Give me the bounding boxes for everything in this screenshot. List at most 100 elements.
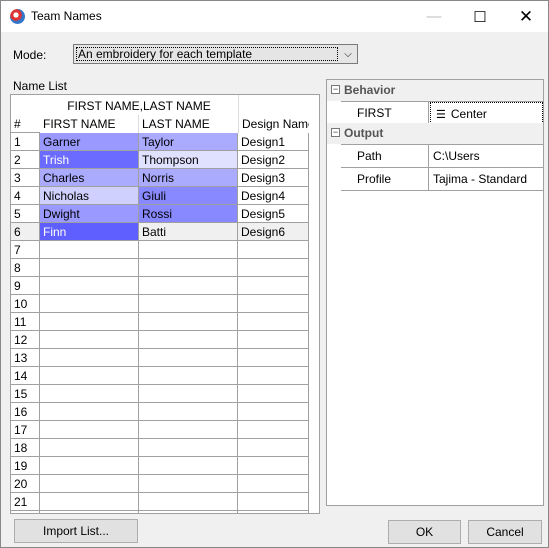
first-cell[interactable]: Nicholas	[40, 187, 139, 205]
row-number: 6	[14, 225, 21, 239]
last-cell[interactable]	[139, 241, 238, 259]
collapse-icon[interactable]: −	[331, 128, 340, 137]
design-cell[interactable]: Design6	[238, 223, 309, 241]
row-number: 1	[14, 135, 21, 149]
mode-value: An embroidery for each template	[76, 47, 338, 61]
first-cell[interactable]	[40, 349, 139, 367]
property-value[interactable]: C:\Users	[430, 145, 543, 167]
last-cell[interactable]	[139, 349, 238, 367]
last-cell[interactable]: Thompson	[139, 151, 238, 169]
name-list-label: Name List	[13, 79, 68, 93]
design-cell[interactable]	[238, 349, 309, 367]
last-cell[interactable]	[139, 331, 238, 349]
last-cell[interactable]	[139, 493, 238, 511]
last-cell[interactable]	[139, 421, 238, 439]
first-cell[interactable]: Finn	[40, 223, 139, 241]
row-number: 7	[14, 243, 21, 257]
first-cell[interactable]: Charles	[40, 169, 139, 187]
cancel-button[interactable]: Cancel	[468, 520, 542, 544]
last-cell[interactable]	[139, 313, 238, 331]
last-cell[interactable]: Giuli	[139, 187, 238, 205]
design-cell[interactable]: Design1	[238, 133, 309, 151]
design-cell[interactable]	[238, 421, 309, 439]
design-cell[interactable]: Design2	[238, 151, 309, 169]
design-name-header[interactable]: Design Name	[238, 115, 309, 133]
last-cell[interactable]	[139, 457, 238, 475]
row-number: 19	[14, 459, 28, 473]
first-cell[interactable]	[40, 457, 139, 475]
design-cell[interactable]	[238, 331, 309, 349]
row-number-header[interactable]: #	[11, 115, 40, 133]
property-value[interactable]: Tajima - Standard	[430, 168, 543, 190]
first-cell[interactable]: Garner	[40, 133, 139, 151]
first-name-header[interactable]: FIRST NAME	[40, 115, 139, 133]
first-cell[interactable]	[40, 367, 139, 385]
first-cell[interactable]	[40, 421, 139, 439]
property-first-name[interactable]: FIRST NAME. ☰Center	[341, 101, 543, 142]
grid-line	[237, 133, 238, 513]
design-cell[interactable]	[238, 313, 309, 331]
property-grid[interactable]: −Behavior FIRST NAME. ☰Center −Output Pa…	[326, 79, 544, 506]
last-cell[interactable]: Norris	[139, 169, 238, 187]
first-cell[interactable]	[40, 313, 139, 331]
first-cell[interactable]	[40, 493, 139, 511]
first-cell[interactable]	[40, 277, 139, 295]
design-cell[interactable]	[238, 403, 309, 421]
design-cell[interactable]	[238, 475, 309, 493]
ok-button[interactable]: OK	[388, 520, 461, 544]
first-cell[interactable]	[40, 331, 139, 349]
row-number: 5	[14, 207, 21, 221]
last-cell[interactable]: Batti	[139, 223, 238, 241]
property-path[interactable]: Path C:\Users	[341, 144, 543, 167]
last-cell[interactable]	[139, 367, 238, 385]
last-cell[interactable]	[139, 295, 238, 313]
app-icon	[10, 9, 25, 24]
design-cell[interactable]: Design3	[238, 169, 309, 187]
property-value[interactable]: ☰ Center	[430, 102, 543, 124]
design-cell[interactable]	[238, 295, 309, 313]
design-cell[interactable]	[238, 493, 309, 511]
first-cell[interactable]	[40, 403, 139, 421]
last-cell[interactable]	[139, 439, 238, 457]
design-cell[interactable]	[238, 457, 309, 475]
last-cell[interactable]	[139, 475, 238, 493]
first-cell[interactable]	[40, 475, 139, 493]
row-number: 16	[14, 405, 28, 419]
close-button[interactable]: ✕	[503, 1, 549, 32]
minimize-button[interactable]: —	[411, 1, 457, 32]
grid-line	[11, 132, 40, 133]
maximize-button[interactable]: ☐	[457, 1, 503, 32]
design-cell[interactable]: Design5	[238, 205, 309, 223]
design-cell[interactable]	[238, 367, 309, 385]
mode-dropdown[interactable]: An embroidery for each template ⌵	[73, 44, 358, 64]
category-behavior[interactable]: − Behavior	[327, 80, 543, 101]
first-cell[interactable]: Dwight	[40, 205, 139, 223]
last-cell[interactable]	[139, 385, 238, 403]
import-list-button[interactable]: Import List...	[14, 519, 138, 543]
first-cell[interactable]	[40, 295, 139, 313]
name-list-grid[interactable]: FIRST NAME,LAST NAME # FIRST NAME LAST NAME…	[10, 94, 320, 514]
grid-line	[138, 133, 139, 513]
design-cell[interactable]	[238, 385, 309, 403]
last-cell[interactable]	[139, 277, 238, 295]
property-profile[interactable]: Profile Tajima - Standard	[341, 167, 543, 191]
last-cell[interactable]	[139, 259, 238, 277]
design-cell[interactable]: Design4	[238, 187, 309, 205]
first-cell[interactable]	[40, 259, 139, 277]
category-output[interactable]: − Output	[327, 123, 543, 144]
first-cell[interactable]	[40, 241, 139, 259]
window-title: Team Names	[31, 9, 102, 23]
first-cell[interactable]: Trish	[40, 151, 139, 169]
last-cell[interactable]	[139, 403, 238, 421]
last-cell[interactable]: Taylor	[139, 133, 238, 151]
mode-label: Mode:	[13, 48, 47, 62]
design-cell[interactable]	[238, 241, 309, 259]
collapse-icon[interactable]: −	[331, 85, 340, 94]
last-cell[interactable]: Rossi	[139, 205, 238, 223]
first-cell[interactable]	[40, 439, 139, 457]
first-cell[interactable]	[40, 385, 139, 403]
last-name-header[interactable]: LAST NAME	[139, 115, 238, 133]
design-cell[interactable]	[238, 439, 309, 457]
design-cell[interactable]	[238, 277, 309, 295]
design-cell[interactable]	[238, 259, 309, 277]
